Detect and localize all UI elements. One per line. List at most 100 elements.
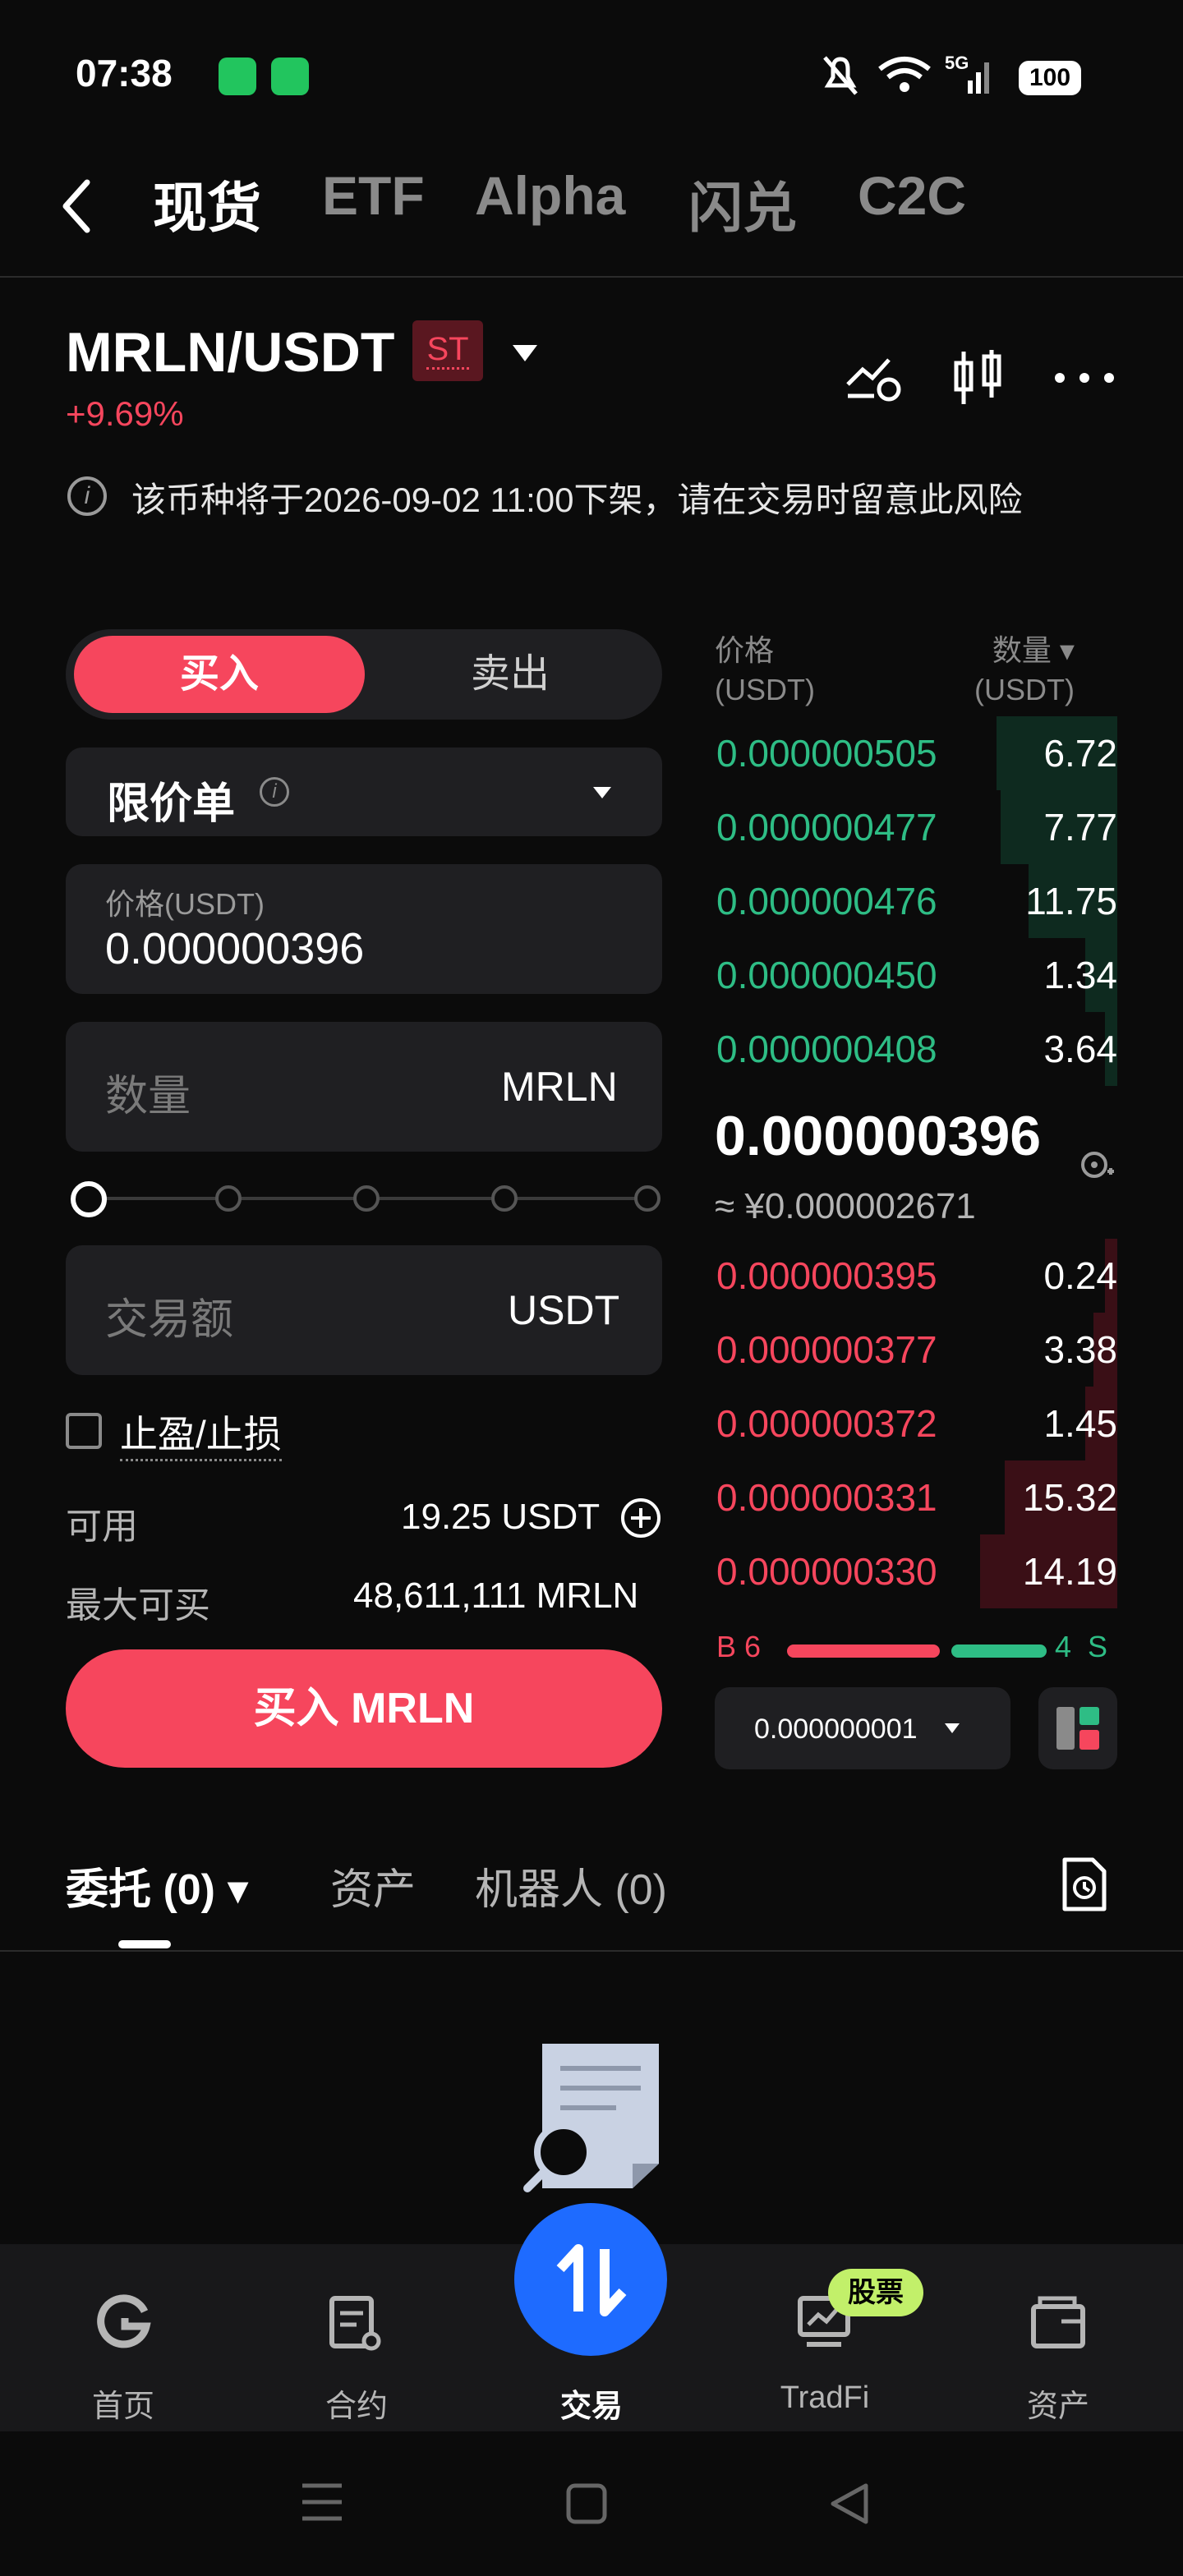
- max-buy-value: 48,611,111 MRLN: [353, 1576, 639, 1616]
- bid-qty: 15.32: [1022, 1476, 1117, 1519]
- battery-saver-icon: [271, 58, 309, 95]
- slider-stop-100[interactable]: [634, 1185, 661, 1212]
- tab-spot[interactable]: 现货: [153, 164, 261, 243]
- market-tabs: 现货 ETF Alpha 闪兑 C2C: [0, 164, 1183, 246]
- available-value: 19.25 USDT: [401, 1497, 601, 1537]
- nav-tradfi[interactable]: TradFi: [743, 2380, 907, 2416]
- slider-stop-25[interactable]: [215, 1185, 242, 1212]
- precision-value: 0.000000001: [754, 1714, 918, 1745]
- quantity-placeholder: 数量: [105, 1073, 191, 1120]
- nav-trade[interactable]: 交易: [509, 2380, 674, 2426]
- ask-price: 0.000000505: [716, 732, 937, 775]
- tab-alpha[interactable]: Alpha: [475, 164, 625, 227]
- pair-dropdown-icon[interactable]: [511, 343, 539, 363]
- back-nav-icon[interactable]: [828, 2481, 871, 2527]
- book-layout-icon: [1056, 1707, 1099, 1750]
- pair-symbol[interactable]: MRLN/USDT: [66, 320, 394, 384]
- ob-price-header: 价格 (USDT): [715, 633, 815, 706]
- bid-qty: 1.45: [1043, 1402, 1117, 1445]
- ask-row[interactable]: 0.000000450 1.34: [715, 938, 1117, 1012]
- bid-qty: 0.24: [1043, 1254, 1117, 1297]
- ask-row[interactable]: 0.000000477 7.77: [715, 790, 1117, 864]
- bid-price: 0.000000330: [716, 1550, 937, 1593]
- ask-row[interactable]: 0.000000476 11.75: [715, 864, 1117, 938]
- stocks-badge: 股票: [828, 2269, 923, 2316]
- buy-submit-button[interactable]: 买入 MRLN: [66, 1649, 662, 1768]
- nav-futures[interactable]: 合约: [274, 2380, 439, 2426]
- bid-price: 0.000000377: [716, 1328, 937, 1371]
- home-button-icon[interactable]: [565, 2482, 608, 2525]
- signal-icon: 5G: [945, 53, 989, 94]
- menu-icon[interactable]: [299, 2481, 345, 2523]
- active-tab-indicator: [118, 1940, 171, 1948]
- futures-icon: [329, 2296, 381, 2351]
- app-notification-icon: [219, 58, 256, 95]
- bid-qty: 14.19: [1022, 1550, 1117, 1593]
- bid-row[interactable]: 0.000000395 0.24: [715, 1239, 1117, 1313]
- orders-divider: [0, 1950, 1183, 1952]
- tab-bots[interactable]: 机器人 (0): [475, 1855, 667, 1916]
- ask-ratio-bar: [951, 1644, 1047, 1658]
- delisting-notice: 该币种将于2026-09-02 11:00下架，请在交易时留意此风险: [131, 481, 1023, 519]
- mute-icon: [823, 56, 858, 95]
- bid-price: 0.000000395: [716, 1254, 937, 1297]
- tpsl-checkbox[interactable]: [66, 1413, 102, 1449]
- precision-dropdown-icon: [945, 1723, 960, 1733]
- price-value[interactable]: 0.000000396: [105, 923, 364, 974]
- price-change: +9.69%: [66, 394, 184, 433]
- cny-price: ≈ ¥0.000002671: [715, 1186, 976, 1226]
- ob-qty-header[interactable]: 数量 ▾ (USDT): [974, 631, 1075, 710]
- order-type-info-icon[interactable]: i: [260, 777, 289, 807]
- bottom-navigation: 首页 合约 交易 股票 TradFi 资产: [0, 2203, 1183, 2431]
- ask-row[interactable]: 0.000000408 3.64: [715, 1012, 1117, 1086]
- battery-indicator: 100: [1019, 61, 1081, 95]
- info-icon: i: [67, 476, 107, 516]
- price-caption: 价格(USDT): [105, 887, 265, 921]
- bid-row[interactable]: 0.000000331 15.32: [715, 1460, 1117, 1534]
- nav-home[interactable]: 首页: [41, 2380, 205, 2426]
- more-icon[interactable]: [1053, 370, 1116, 386]
- orders-tabs: 委托 (0) ▾ 资产 机器人 (0): [0, 1855, 1183, 1953]
- status-time: 07:38: [76, 52, 173, 94]
- bid-row[interactable]: 0.000000372 1.45: [715, 1387, 1117, 1460]
- empty-orders-illustration: [523, 2044, 659, 2192]
- tab-convert[interactable]: 闪兑: [688, 164, 797, 243]
- slider-handle[interactable]: [71, 1181, 107, 1217]
- bid-qty: 3.38: [1043, 1328, 1117, 1371]
- last-price: 0.000000396: [715, 1105, 1042, 1167]
- nav-assets[interactable]: 资产: [976, 2380, 1140, 2426]
- bid-row[interactable]: 0.000000330 14.19: [715, 1534, 1117, 1608]
- wifi-icon: [878, 57, 931, 92]
- kline-chart-icon[interactable]: [951, 348, 1004, 407]
- slider-stop-75[interactable]: [491, 1185, 518, 1212]
- price-refresh-icon[interactable]: [1078, 1147, 1116, 1184]
- add-funds-icon[interactable]: [619, 1497, 662, 1539]
- ask-row[interactable]: 0.000000505 6.72: [715, 716, 1117, 790]
- order-history-icon[interactable]: [1060, 1856, 1109, 1914]
- max-buy-label: 最大可买: [66, 1585, 210, 1626]
- home-icon: [97, 2294, 151, 2348]
- sell-tab[interactable]: 卖出: [365, 636, 656, 713]
- system-navigation-bar: [0, 2431, 1183, 2576]
- bid-ratio-bar: [787, 1644, 940, 1658]
- tab-assets[interactable]: 资产: [330, 1855, 416, 1916]
- bid-row[interactable]: 0.000000377 3.38: [715, 1313, 1117, 1387]
- tab-c2c[interactable]: C2C: [858, 164, 966, 227]
- wallet-icon: [1031, 2296, 1085, 2348]
- ask-price: 0.000000476: [716, 880, 937, 922]
- tab-open-orders[interactable]: 委托 (0) ▾: [66, 1855, 249, 1916]
- chevron-down-icon: [593, 787, 611, 798]
- slider-stop-50[interactable]: [353, 1185, 380, 1212]
- ask-price: 0.000000450: [716, 954, 937, 996]
- tpsl-label[interactable]: 止盈/止损: [120, 1405, 282, 1461]
- trade-icon: [556, 2244, 627, 2316]
- tab-etf[interactable]: ETF: [322, 164, 425, 227]
- amount-placeholder: 交易额: [105, 1296, 234, 1344]
- price-alert-icon[interactable]: [845, 352, 904, 404]
- st-badge: ST: [412, 320, 483, 381]
- ask-qty: 11.75: [1025, 880, 1117, 922]
- buy-tab[interactable]: 买入: [74, 636, 365, 713]
- ask-price: 0.000000477: [716, 806, 937, 849]
- ask-qty: 7.77: [1043, 806, 1117, 849]
- available-label: 可用: [66, 1506, 138, 1547]
